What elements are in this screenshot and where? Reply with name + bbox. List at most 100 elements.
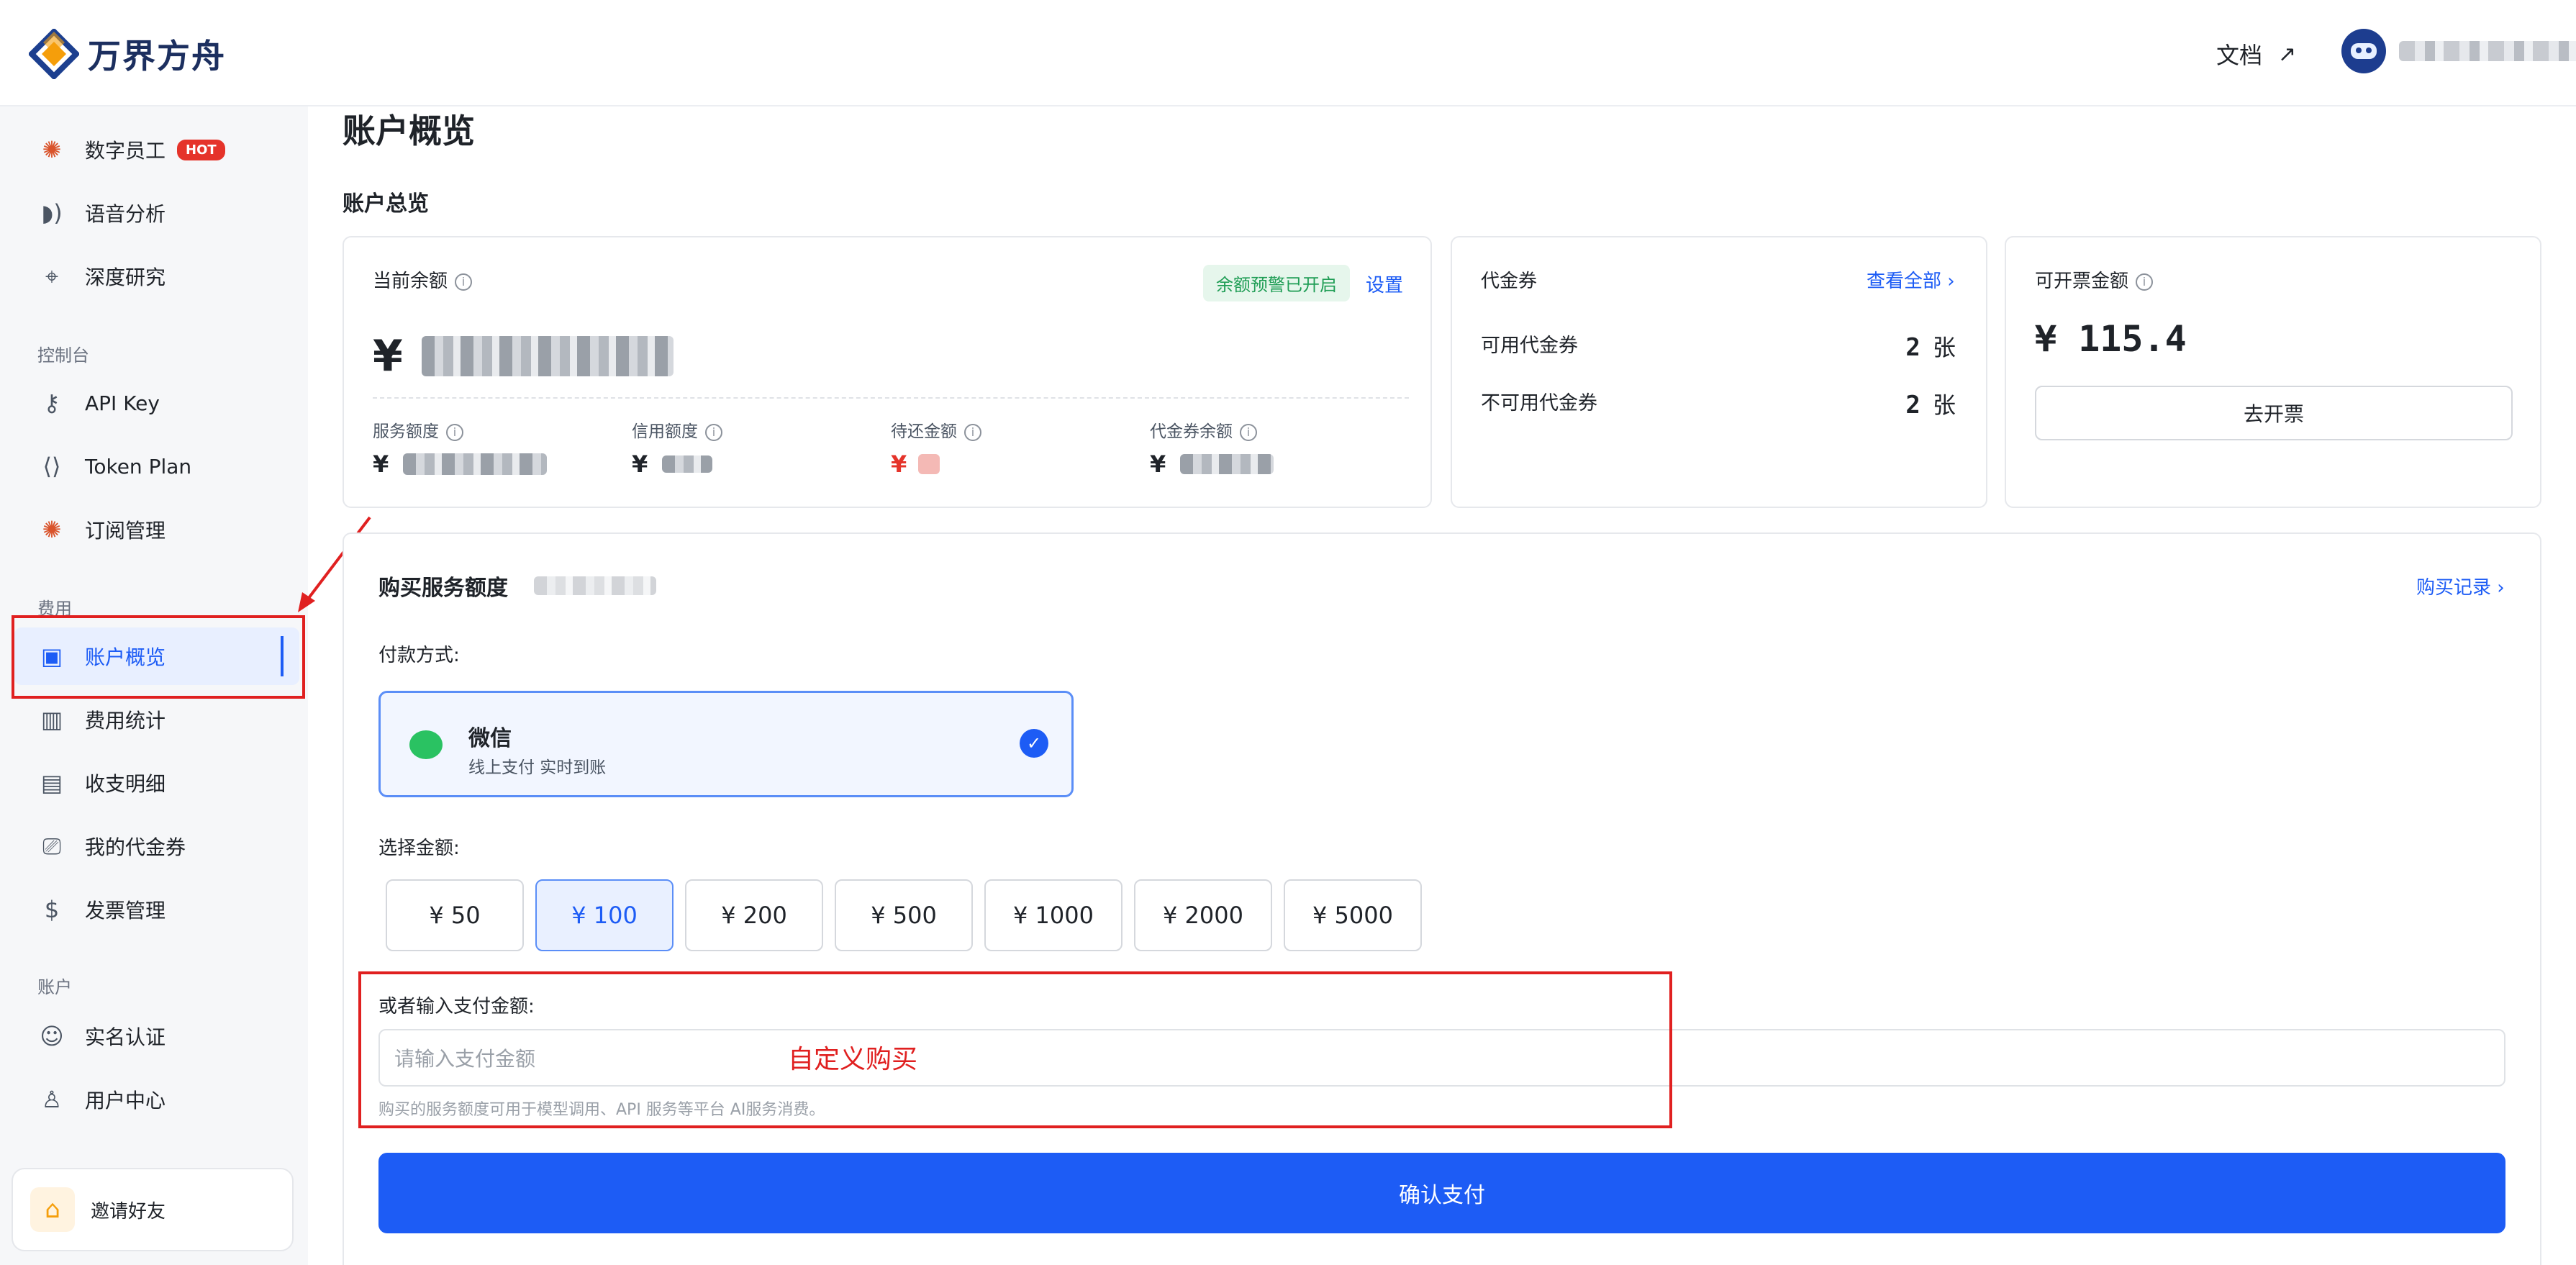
top-header: 万界方舟 文档 ↗ (0, 0, 2576, 106)
info-icon[interactable]: i (964, 423, 981, 441)
sidebar-item-label: 收支明细 (85, 772, 166, 796)
wechat-name: 微信 (468, 726, 512, 751)
wechat-subtitle: 线上支付 实时到账 (468, 758, 607, 777)
lobster-icon: ✺ (42, 136, 62, 163)
purchase-title-row: 购买服务额度 (378, 570, 656, 602)
sidebar-item-cost-stats[interactable]: ▥ 费用统计 (14, 691, 299, 748)
sidebar-item-label: 发票管理 (85, 899, 166, 922)
balance-label-row: 当前余额 i (373, 266, 473, 293)
info-icon[interactable]: i (446, 423, 463, 441)
sidebar-item-label: 我的代金券 (85, 835, 186, 859)
sidebar-item-invoices[interactable]: $ 发票管理 (14, 881, 299, 938)
confirm-payment-button[interactable]: 确认支付 (378, 1153, 2505, 1233)
avatar (2341, 29, 2386, 73)
service-quota-label-row: 服务额度 i (373, 417, 463, 442)
annotation-nav-highlight (12, 615, 305, 699)
gift-icon: ⌂ (30, 1187, 75, 1232)
purchase-card: 购买服务额度 购买记录 › 付款方式: 微信 线上支付 实时到账 ✓ 选择金额:… (343, 532, 2541, 1265)
sidebar-item-api-key[interactable]: ⚷ API Key (14, 374, 299, 432)
balance-settings-link[interactable]: 设置 (1366, 271, 1403, 297)
amount-option-1000[interactable]: ¥ 1000 (984, 879, 1123, 951)
ticket-icon: ⎚ (42, 832, 61, 860)
user-check-icon: ☺ (40, 1023, 64, 1050)
key-icon: ⚷ (43, 389, 60, 417)
section-console: 控制台 (37, 345, 89, 366)
amount-option-5000[interactable]: ¥ 5000 (1284, 879, 1422, 951)
redacted-note (534, 576, 656, 595)
docs-label: 文档 (2216, 42, 2263, 69)
sidebar-item-label: 数字员工 (85, 139, 166, 163)
amount-option-100[interactable]: ¥ 100 (535, 879, 674, 951)
voucher-view-all-link[interactable]: 查看全部 › (1867, 266, 1955, 293)
amount-option-500[interactable]: ¥ 500 (835, 879, 973, 951)
username-redacted (2399, 41, 2576, 61)
brand-name: 万界方舟 (88, 37, 226, 76)
amount-option-200[interactable]: ¥ 200 (685, 879, 823, 951)
telescope-icon: ⌖ (45, 262, 59, 290)
sidebar-item-subscriptions[interactable]: ✺ 订阅管理 (14, 501, 299, 558)
service-quota-value: ¥ (373, 450, 548, 478)
info-icon[interactable]: i (705, 423, 722, 441)
checkmark-icon: ✓ (1020, 729, 1048, 758)
purchase-history-link[interactable]: 购买记录 › (2416, 573, 2505, 599)
annotation-text: 自定义购买 (788, 1045, 918, 1074)
section-account: 账户 (37, 977, 72, 997)
document-icon: ▤ (40, 769, 63, 797)
sidebar-item-digital-staff[interactable]: ✺ 数字员工 HOT (14, 121, 299, 178)
sidebar-item-label: API Key (85, 391, 160, 415)
issue-invoice-button[interactable]: 去开票 (2035, 386, 2513, 440)
sidebar-item-label: 深度研究 (85, 266, 166, 289)
brand-logo[interactable]: 万界方舟 (29, 29, 226, 79)
invoice-amount: ¥ 115.4 (2035, 318, 2187, 360)
divider (373, 397, 1409, 399)
page-title: 账户概览 (343, 112, 475, 150)
pending-repay-label-row: 待还金额 i (891, 417, 981, 442)
sidebar-item-transactions[interactable]: ▤ 收支明细 (14, 754, 299, 812)
balance-warning-badge: 余额预警已开启 (1203, 265, 1350, 301)
code-icon: ⟨⟩ (42, 453, 61, 480)
invite-friends-button[interactable]: ⌂ 邀请好友 (12, 1168, 294, 1251)
wechat-pay-option[interactable]: 微信 线上支付 实时到账 ✓ (378, 691, 1074, 797)
sidebar-item-verification[interactable]: ☺ 实名认证 (14, 1007, 299, 1065)
voucher-balance-label-row: 代金券余额 i (1150, 417, 1257, 442)
overview-section-title: 账户总览 (343, 191, 429, 217)
brand-logo-icon (29, 29, 79, 79)
unavailable-vouchers-row: 不可用代金券 2 张 (1481, 391, 1956, 420)
sidebar-item-voice-analysis[interactable]: ◗) 语音分析 (14, 184, 299, 242)
voucher-title: 代金券 (1481, 271, 1538, 292)
amount-label: 选择金额: (378, 838, 460, 859)
voucher-card: 代金券 查看全部 › 可用代金券 2 张 不可用代金券 2 张 (1451, 236, 1987, 508)
voucher-balance-value: ¥ (1150, 450, 1274, 478)
balance-label: 当前余额 (373, 271, 448, 292)
info-icon[interactable]: i (1240, 423, 1257, 441)
bar-chart-icon: ▥ (40, 706, 63, 733)
info-icon[interactable]: i (2136, 273, 2154, 291)
sidebar-item-label: 订阅管理 (85, 519, 166, 543)
invoice-icon: $ (44, 896, 60, 923)
sidebar-item-label: Token Plan (85, 454, 192, 479)
credit-limit-value: ¥ (632, 450, 713, 478)
amount-option-50[interactable]: ¥ 50 (386, 879, 524, 951)
info-icon[interactable]: i (455, 273, 473, 291)
wechat-icon (409, 730, 443, 759)
invoice-card: 可开票金额 i ¥ 115.4 去开票 (2005, 236, 2541, 508)
hot-badge: HOT (177, 139, 225, 160)
available-vouchers-row: 可用代金券 2 张 (1481, 333, 1956, 362)
sidebar-item-user-center[interactable]: ♙ 用户中心 (14, 1071, 299, 1128)
pending-repay-value: ¥ (891, 450, 940, 478)
invite-label: 邀请好友 (91, 1200, 166, 1223)
annotation-custom-amount-box (358, 971, 1672, 1128)
external-link-icon: ↗ (2278, 41, 2297, 67)
voice-icon: ◗) (41, 199, 63, 227)
amount-option-2000[interactable]: ¥ 2000 (1134, 879, 1272, 951)
sidebar-item-deep-research[interactable]: ⌖ 深度研究 (14, 248, 299, 305)
lobster-icon: ✺ (42, 516, 62, 543)
invoice-label-row: 可开票金额 i (2035, 266, 2154, 293)
credit-limit-label-row: 信用额度 i (632, 417, 722, 442)
sidebar-item-token-plan[interactable]: ⟨⟩ Token Plan (14, 437, 299, 495)
docs-link[interactable]: 文档 ↗ (2216, 37, 2296, 71)
user-menu[interactable] (2341, 29, 2576, 73)
payment-method-label: 付款方式: (378, 645, 460, 666)
sidebar-item-my-vouchers[interactable]: ⎚ 我的代金券 (14, 817, 299, 875)
balance-amount: ¥ (373, 331, 674, 381)
